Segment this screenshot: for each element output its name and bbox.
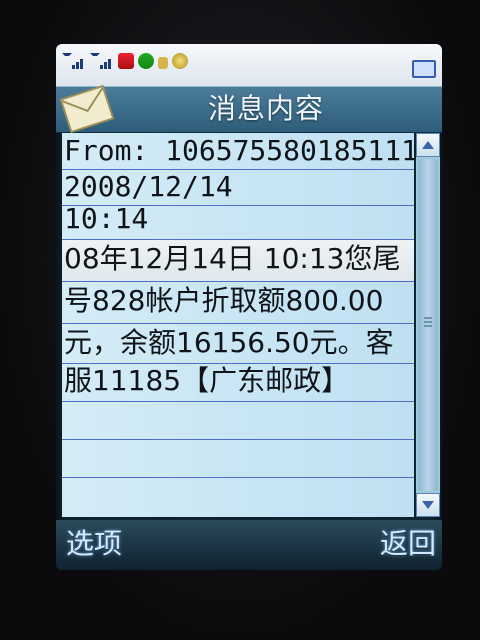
message-line-time: 10:14 — [64, 202, 149, 235]
grip-icon — [424, 317, 432, 329]
back-softkey[interactable]: 返回 — [380, 526, 436, 562]
status-icons — [62, 50, 188, 72]
rule-line — [62, 239, 414, 240]
message-icon — [118, 53, 134, 69]
signal-1-icon — [62, 53, 86, 69]
network-icon — [172, 53, 188, 69]
scroll-thumb[interactable] — [418, 159, 438, 491]
battery-icon — [412, 60, 436, 78]
message-body: From: 1065755801851111 2008/12/14 10:14 … — [62, 133, 414, 517]
envelope-icon — [59, 84, 115, 134]
message-line-from: From: 1065755801851111 — [64, 134, 414, 167]
message-line-date: 2008/12/14 — [64, 170, 233, 203]
scroll-up-button[interactable] — [416, 133, 440, 157]
scroll-down-button[interactable] — [416, 493, 440, 517]
rule-line — [62, 323, 414, 324]
title-bar: 消息内容 — [56, 84, 442, 134]
softkey-bar: 选项 返回 — [56, 520, 442, 570]
memory-card-icon — [158, 57, 168, 69]
message-line-body: 08年12月14日 10:13您尾 — [64, 242, 401, 275]
rule-line — [62, 281, 414, 282]
options-softkey[interactable]: 选项 — [66, 526, 122, 562]
music-icon — [138, 53, 154, 69]
arrow-down-icon — [422, 501, 434, 509]
signal-2-icon — [90, 53, 114, 69]
rule-line — [62, 401, 414, 402]
message-line-body: 号828帐户折取额800.00 — [64, 284, 384, 317]
message-line-body: 服11185【广东邮政】 — [64, 364, 350, 397]
message-line-body: 元，余额16156.50元。客 — [64, 326, 394, 359]
rule-line — [62, 439, 414, 440]
page-title: 消息内容 — [207, 92, 324, 125]
scrollbar[interactable] — [416, 133, 440, 517]
rule-line — [62, 477, 414, 478]
status-bar — [56, 44, 442, 86]
phone-screen: 消息内容 From: 1065755801851111 2008/12/14 1… — [56, 44, 442, 570]
arrow-up-icon — [422, 141, 434, 149]
